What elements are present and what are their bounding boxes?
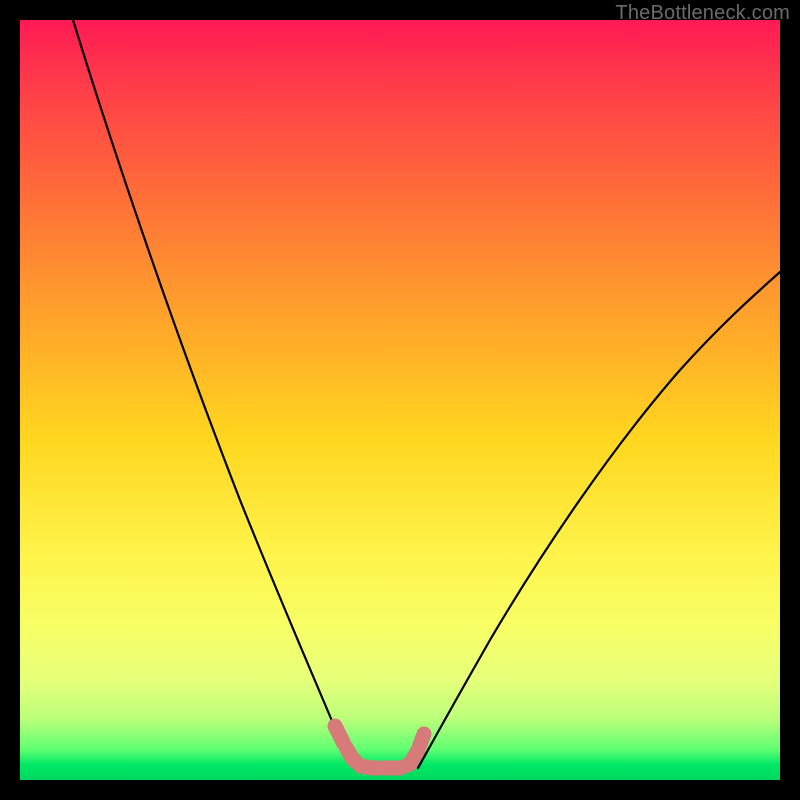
- valley-marker: [335, 726, 424, 768]
- chart-plot-area: [20, 20, 780, 780]
- chart-frame: TheBottleneck.com: [0, 0, 800, 800]
- chart-svg: [20, 20, 780, 780]
- left-curve: [73, 20, 358, 768]
- right-curve: [418, 272, 780, 768]
